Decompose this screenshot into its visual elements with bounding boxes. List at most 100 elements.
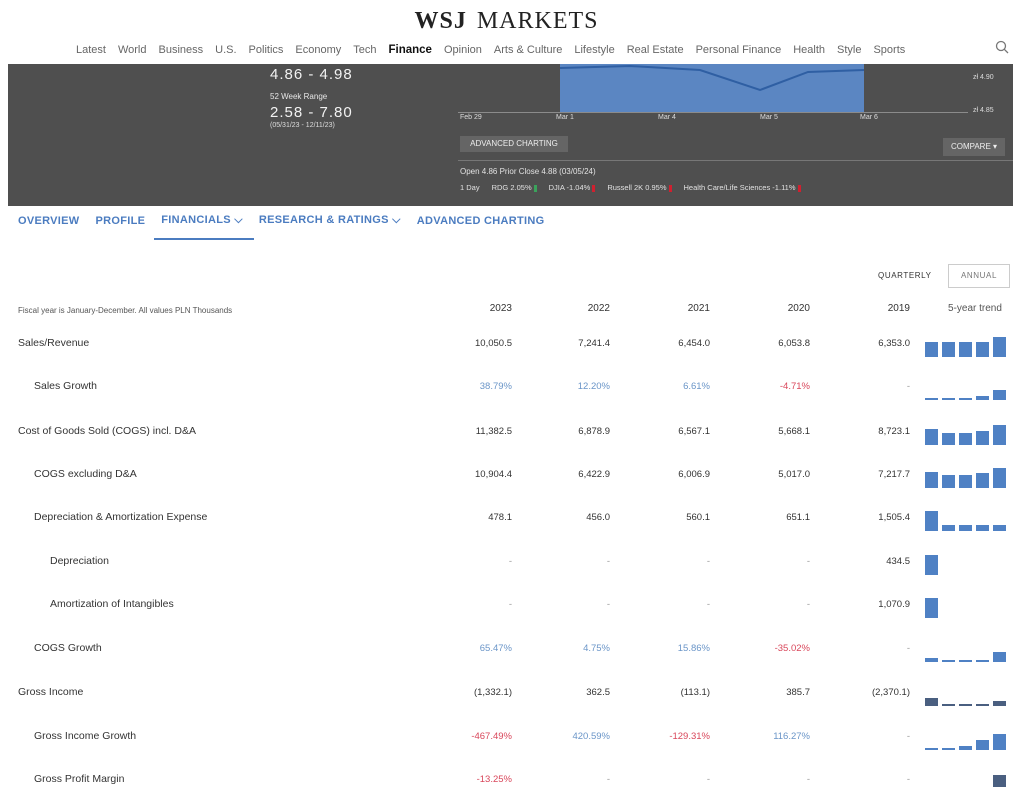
table-cell: - bbox=[706, 599, 710, 610]
table-cell: - bbox=[706, 556, 710, 567]
perf-item: Health Care/Life Sciences -1.11% bbox=[684, 183, 801, 192]
table-cell: -467.49% bbox=[471, 731, 512, 742]
table-cell: 362.5 bbox=[586, 687, 610, 698]
tab-profile[interactable]: PROFILE bbox=[96, 215, 146, 227]
trend-header: 5-year trend bbox=[948, 303, 1002, 314]
x-tick: Mar 6 bbox=[860, 114, 878, 121]
table-cell: 478.1 bbox=[488, 512, 512, 523]
perf-item: RDG 2.05% bbox=[492, 183, 537, 192]
fiscal-note: Fiscal year is January-December. All val… bbox=[18, 306, 233, 315]
nav-item[interactable]: Latest bbox=[76, 44, 106, 56]
trend-bar bbox=[993, 775, 1006, 787]
table-cell: 1,070.9 bbox=[878, 599, 910, 610]
nav-item[interactable]: Lifestyle bbox=[574, 44, 614, 56]
trend-bar bbox=[925, 472, 938, 488]
price-chart-line bbox=[560, 64, 864, 92]
row-label: Cost of Goods Sold (COGS) incl. D&A bbox=[18, 425, 196, 437]
table-cell: 6,454.0 bbox=[678, 338, 710, 349]
main-nav: Latest World Business U.S. Politics Economy Te… bbox=[76, 44, 917, 56]
table-cell: 385.7 bbox=[786, 687, 810, 698]
table-cell: 5,017.0 bbox=[778, 469, 810, 480]
chevron-down-icon: ▾ bbox=[993, 142, 998, 151]
performance-strip: 1 Day RDG 2.05% DJIA -1.04% Russell 2K 0… bbox=[460, 183, 801, 192]
advanced-charting-button[interactable]: ADVANCED CHARTING bbox=[460, 136, 568, 152]
table-cell: 7,241.4 bbox=[578, 338, 610, 349]
table-cell: 6,422.9 bbox=[578, 469, 610, 480]
quote-tabs: OVERVIEW PROFILE FINANCIALS ⌵ RESEARCH &… bbox=[18, 214, 561, 227]
table-cell: 116.27% bbox=[773, 731, 810, 742]
nav-item[interactable]: Health bbox=[793, 44, 825, 56]
row-label: COGS excluding D&A bbox=[34, 468, 137, 480]
nav-item[interactable]: Economy bbox=[295, 44, 341, 56]
trend-bar bbox=[925, 748, 938, 750]
table-cell: - bbox=[508, 599, 512, 610]
active-tab-indicator bbox=[154, 238, 254, 240]
wsj-markets-logo[interactable]: WSJ MARKETS bbox=[0, 8, 1013, 35]
table-cell: 38.79% bbox=[479, 381, 512, 392]
table-cell: 456.0 bbox=[586, 512, 610, 523]
annual-toggle[interactable]: ANNUAL bbox=[948, 264, 1010, 288]
row-label: COGS Growth bbox=[34, 642, 102, 654]
nav-item[interactable]: Arts & Culture bbox=[494, 44, 562, 56]
nav-item[interactable]: Tech bbox=[353, 44, 376, 56]
tab-financials-label: FINANCIALS bbox=[161, 214, 231, 226]
week52-range-value: 2.58 - 7.80 bbox=[270, 104, 353, 121]
trend-bar bbox=[993, 734, 1006, 750]
tab-financials[interactable]: FINANCIALS ⌵ bbox=[161, 214, 243, 227]
x-tick: Mar 1 bbox=[556, 114, 574, 121]
row-label: Amortization of Intangibles bbox=[50, 598, 174, 610]
trend-bar bbox=[942, 660, 955, 662]
logo-wsj: WSJ bbox=[414, 8, 467, 34]
table-cell: - bbox=[806, 599, 810, 610]
x-tick: Feb 29 bbox=[460, 114, 482, 121]
nav-item[interactable]: Real Estate bbox=[627, 44, 684, 56]
nav-item[interactable]: World bbox=[118, 44, 147, 56]
trend-bar bbox=[942, 748, 955, 750]
day-range-value: 4.86 - 4.98 bbox=[270, 66, 353, 83]
nav-item[interactable]: U.S. bbox=[215, 44, 236, 56]
nav-item[interactable]: Finance bbox=[389, 44, 432, 56]
tab-research-ratings[interactable]: RESEARCH & RATINGS ⌵ bbox=[259, 214, 401, 227]
trend-bar bbox=[976, 740, 989, 750]
trend-bar bbox=[993, 701, 1006, 706]
trend-bar bbox=[976, 342, 989, 357]
table-cell: 12.20% bbox=[577, 381, 610, 392]
trend-bar bbox=[959, 704, 972, 706]
compare-label: COMPARE bbox=[950, 142, 991, 151]
table-cell: - bbox=[606, 774, 610, 785]
table-cell: - bbox=[906, 643, 910, 654]
table-cell: - bbox=[606, 599, 610, 610]
trend-bar bbox=[976, 431, 989, 445]
trend-bar bbox=[976, 704, 989, 706]
row-label: Depreciation & Amortization Expense bbox=[34, 511, 208, 523]
tab-overview[interactable]: OVERVIEW bbox=[18, 215, 80, 227]
table-cell: 8,723.1 bbox=[878, 426, 910, 437]
tab-advanced-charting[interactable]: ADVANCED CHARTING bbox=[417, 215, 545, 227]
year-header: 2021 bbox=[687, 303, 710, 314]
table-cell: 6,353.0 bbox=[878, 338, 910, 349]
trend-bar bbox=[976, 473, 989, 488]
nav-item[interactable]: Politics bbox=[249, 44, 284, 56]
table-cell: - bbox=[806, 556, 810, 567]
tab-research-label: RESEARCH & RATINGS bbox=[258, 214, 389, 226]
perf-item: DJIA -1.04% bbox=[549, 183, 596, 192]
quarterly-toggle[interactable]: QUARTERLY bbox=[878, 271, 932, 280]
trend-bar bbox=[925, 511, 938, 531]
trend-bar bbox=[959, 342, 972, 357]
nav-item[interactable]: Style bbox=[837, 44, 861, 56]
compare-button[interactable]: COMPARE ▾ bbox=[943, 138, 1005, 156]
nav-item[interactable]: Personal Finance bbox=[696, 44, 782, 56]
nav-item[interactable]: Opinion bbox=[444, 44, 482, 56]
nav-item[interactable]: Sports bbox=[873, 44, 905, 56]
down-indicator-icon bbox=[668, 184, 672, 192]
search-icon[interactable] bbox=[995, 40, 1009, 54]
table-cell: (113.1) bbox=[680, 687, 710, 698]
trend-bar bbox=[993, 425, 1006, 445]
nav-item[interactable]: Business bbox=[159, 44, 204, 56]
divider bbox=[458, 160, 1013, 161]
trend-bar bbox=[959, 475, 972, 488]
chevron-down-icon: ⌵ bbox=[392, 214, 401, 226]
table-cell: (1,332.1) bbox=[473, 687, 512, 698]
trend-bar bbox=[959, 746, 972, 750]
trend-bar bbox=[976, 660, 989, 662]
